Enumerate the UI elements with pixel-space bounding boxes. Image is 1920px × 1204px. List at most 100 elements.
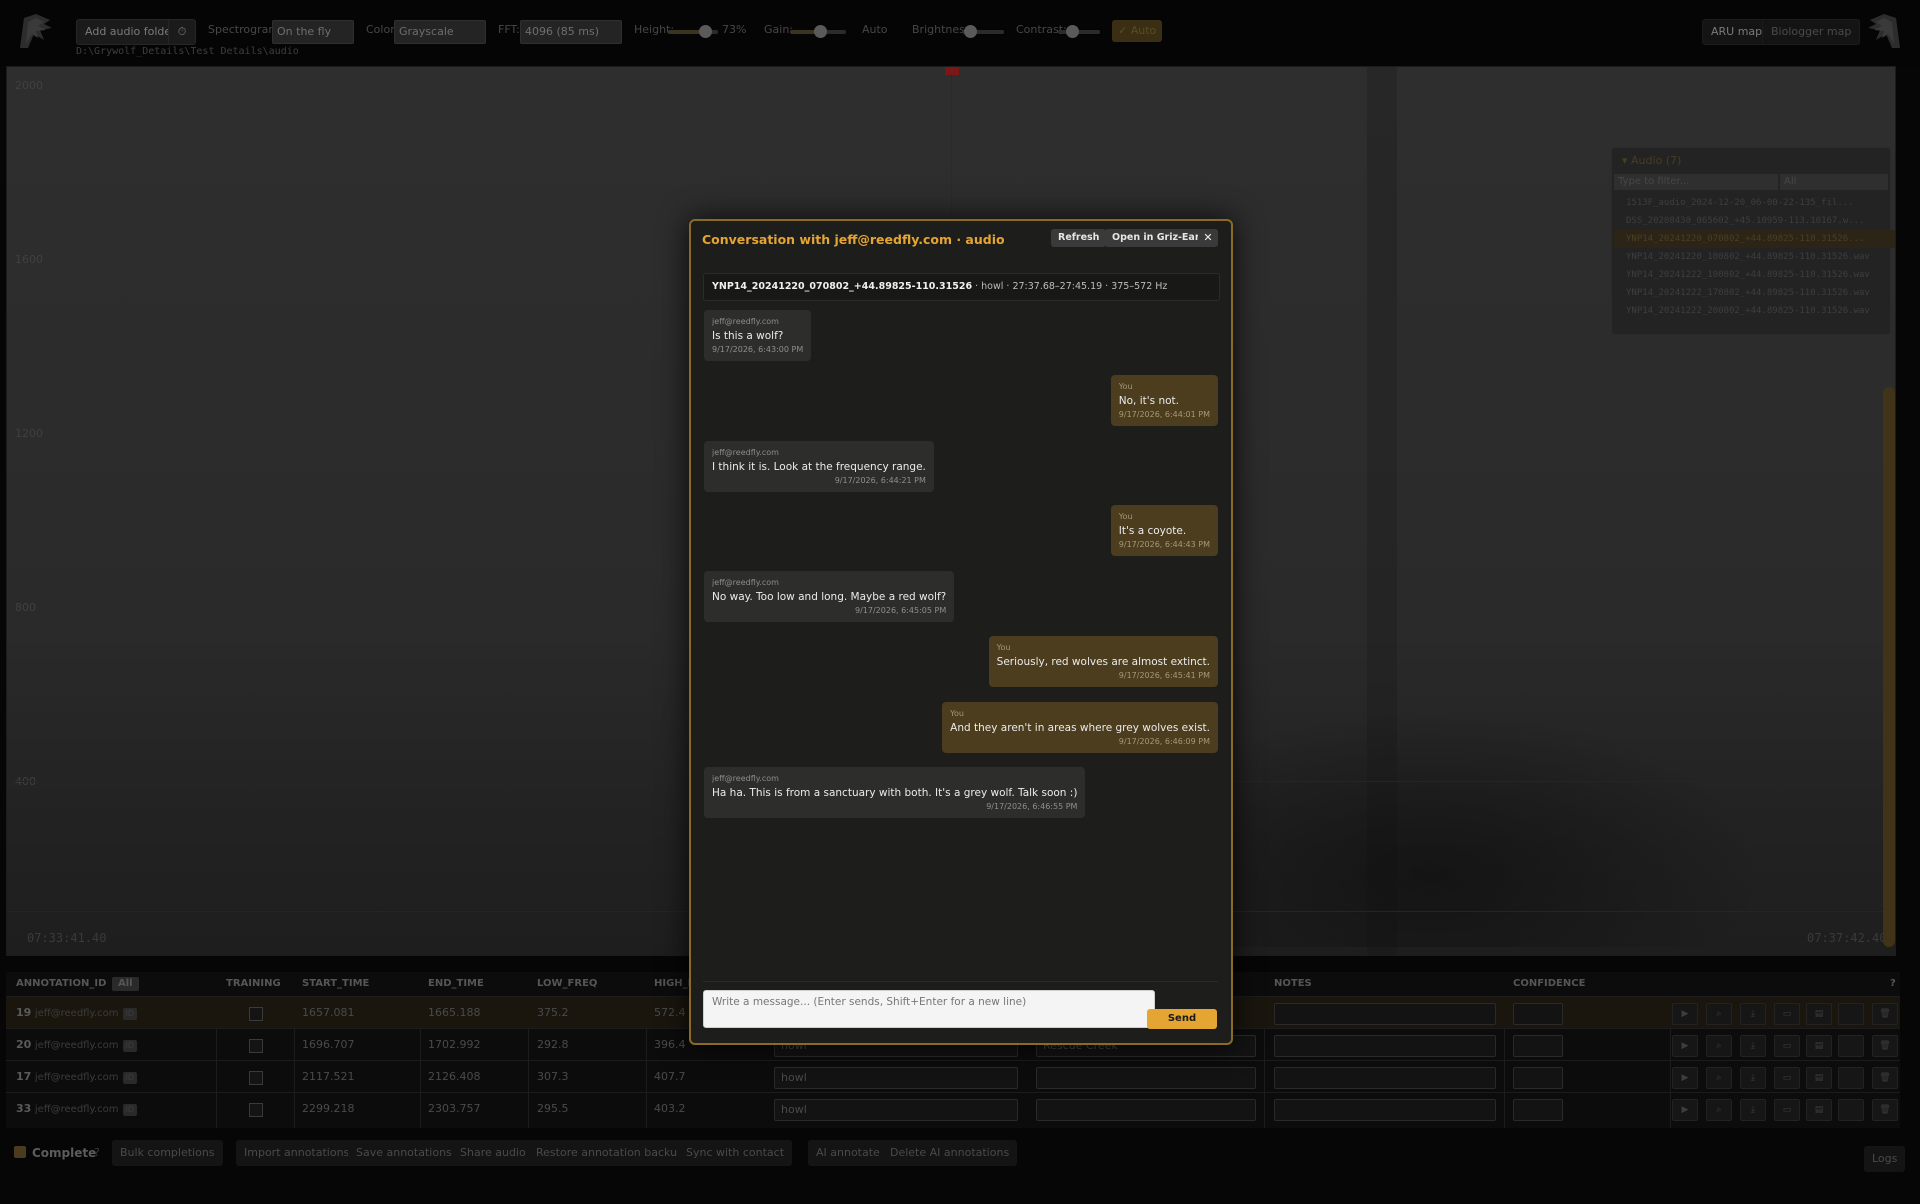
biologger-map-button[interactable]: Biologger map — [1762, 19, 1861, 45]
header-confidence[interactable]: CONFIDENCE — [1513, 972, 1585, 996]
download-icon[interactable]: ⤓ — [1740, 1035, 1766, 1057]
auto-button[interactable]: ✓ Auto — [1112, 20, 1163, 42]
sync-contact-button[interactable]: Sync with contact — [678, 1140, 793, 1166]
zoom-icon[interactable]: ⌕ — [1706, 1003, 1732, 1025]
zoom-icon[interactable]: ⌕ — [1706, 1067, 1732, 1089]
audio-file-item[interactable]: YNP14_20241222_170802_+44.89825-110.3152… — [1614, 284, 1895, 302]
notes-input[interactable] — [1274, 1067, 1496, 1089]
share-icon[interactable] — [1838, 1099, 1864, 1121]
confidence-input[interactable] — [1513, 1003, 1563, 1025]
audio-filter-select[interactable]: All — [1780, 174, 1888, 190]
spectrogram-select[interactable]: On the fly — [272, 20, 354, 44]
confidence-input[interactable] — [1513, 1099, 1563, 1121]
share-icon[interactable] — [1838, 1035, 1864, 1057]
play-icon[interactable]: ▶ — [1672, 1003, 1698, 1025]
high-freq-cell[interactable]: 403.2 — [654, 1093, 686, 1125]
training-checkbox[interactable] — [249, 1007, 263, 1021]
table-row[interactable]: 33 jeff@reedfly.com ID 2299.218 2303.757 … — [6, 1092, 1900, 1125]
gain-slider[interactable] — [790, 25, 846, 38]
end-time-cell[interactable]: 1702.992 — [428, 1029, 481, 1061]
download-icon[interactable]: ⤓ — [1740, 1099, 1766, 1121]
low-freq-cell[interactable]: 375.2 — [537, 997, 569, 1029]
height-slider-knob[interactable] — [698, 25, 712, 38]
confidence-input[interactable] — [1513, 1035, 1563, 1057]
restore-backup-button[interactable]: Restore annotation backup — [528, 1140, 693, 1166]
color-select[interactable]: Grayscale — [394, 20, 486, 44]
share-audio-button[interactable]: Share audio — [452, 1140, 534, 1166]
notes-input[interactable] — [1274, 1003, 1496, 1025]
audio-filter-input[interactable]: Type to filter... — [1614, 174, 1778, 190]
confidence-input[interactable] — [1513, 1067, 1563, 1089]
audio-file-item[interactable]: 1513F_audio_2024-12-20_06-00-22-135_fil.… — [1614, 194, 1895, 212]
delete-icon[interactable]: 🗑 — [1872, 1035, 1898, 1057]
start-time-cell[interactable]: 1696.707 — [302, 1029, 355, 1061]
audio-file-item-active[interactable]: YNP14_20241220_070802_+44.89825-110.3152… — [1614, 230, 1895, 248]
notes-input[interactable] — [1274, 1099, 1496, 1121]
start-time-cell[interactable]: 2117.521 — [302, 1061, 355, 1093]
vertical-scrollbar[interactable] — [1883, 387, 1895, 947]
delete-icon[interactable]: 🗑 — [1872, 1003, 1898, 1025]
play-icon[interactable]: ▶ — [1672, 1099, 1698, 1121]
delete-icon[interactable]: 🗑 — [1872, 1099, 1898, 1121]
logs-button[interactable]: Logs — [1864, 1146, 1906, 1172]
label-input[interactable]: howl — [774, 1099, 1018, 1121]
high-freq-cell[interactable]: 572.4 — [654, 997, 686, 1029]
table-help-icon[interactable]: ? — [1890, 972, 1896, 996]
complete-checkbox[interactable] — [14, 1146, 26, 1158]
high-freq-cell[interactable]: 396.4 — [654, 1029, 686, 1061]
low-freq-cell[interactable]: 307.3 — [537, 1061, 569, 1093]
ai-annotate-button[interactable]: AI annotate — [808, 1140, 888, 1166]
header-end-time[interactable]: END_TIME — [428, 972, 484, 996]
refresh-button[interactable]: Refresh — [1051, 229, 1107, 247]
bulk-completions-button[interactable]: Bulk completions — [112, 1140, 223, 1166]
header-notes[interactable]: NOTES — [1274, 972, 1312, 996]
close-icon[interactable]: ✕ — [1198, 229, 1218, 247]
video-icon[interactable]: ▭ — [1774, 1035, 1800, 1057]
header-start-time[interactable]: START_TIME — [302, 972, 369, 996]
start-time-cell[interactable]: 2299.218 — [302, 1093, 355, 1125]
start-time-cell[interactable]: 1657.081 — [302, 997, 355, 1029]
aru-map-button[interactable]: ARU map — [1702, 19, 1772, 45]
download-icon[interactable]: ⤓ — [1740, 1067, 1766, 1089]
training-checkbox[interactable] — [249, 1103, 263, 1117]
brightness-slider[interactable] — [962, 25, 1004, 38]
chat-icon[interactable]: ▤ — [1806, 1067, 1832, 1089]
contrast-slider[interactable] — [1058, 25, 1100, 38]
delete-ai-annotations-button[interactable]: Delete AI annotations — [882, 1140, 1018, 1166]
table-row[interactable]: 17 jeff@reedfly.com ID 2117.521 2126.408 … — [6, 1060, 1900, 1093]
brightness-slider-knob[interactable] — [964, 25, 977, 38]
send-button[interactable]: Send — [1147, 1009, 1217, 1029]
header-training[interactable]: TRAINING — [226, 972, 281, 996]
chat-icon[interactable]: ▤ — [1806, 1003, 1832, 1025]
all-filter-badge[interactable]: All — [112, 977, 139, 991]
playhead-handle[interactable] — [945, 67, 959, 75]
download-icon[interactable]: ⤓ — [1740, 1003, 1766, 1025]
training-checkbox[interactable] — [249, 1071, 263, 1085]
header-annotation-id[interactable]: ANNOTATION_ID — [16, 972, 106, 996]
audio-file-item[interactable]: DSS_20208430_065602_+45.10959-113.10167.… — [1614, 212, 1895, 230]
contrast-slider-knob[interactable] — [1066, 25, 1079, 38]
zoom-icon[interactable]: ⌕ — [1706, 1035, 1732, 1057]
message-input[interactable]: Write a message... (Enter sends, Shift+E… — [703, 990, 1155, 1028]
site-input[interactable] — [1036, 1099, 1256, 1121]
open-in-griz-ears-button[interactable]: Open in Griz-Ears — [1105, 229, 1213, 247]
chat-icon[interactable]: ▤ — [1806, 1099, 1832, 1121]
training-checkbox[interactable] — [249, 1039, 263, 1053]
end-time-cell[interactable]: 2126.408 — [428, 1061, 481, 1093]
end-time-cell[interactable]: 1665.188 — [428, 997, 481, 1029]
height-slider[interactable] — [668, 25, 718, 38]
fft-select[interactable]: 4096 (85 ms) — [520, 20, 622, 44]
complete-help-icon[interactable]: ? — [94, 1140, 100, 1166]
history-icon[interactable]: ⏱ — [168, 19, 196, 45]
audio-file-item[interactable]: YNP14_20241220_100802_+44.89825-110.3152… — [1614, 248, 1895, 266]
header-low-freq[interactable]: LOW_FREQ — [537, 972, 597, 996]
play-icon[interactable]: ▶ — [1672, 1035, 1698, 1057]
video-icon[interactable]: ▭ — [1774, 1099, 1800, 1121]
share-icon[interactable] — [1838, 1003, 1864, 1025]
import-annotations-button[interactable]: Import annotations — [236, 1140, 358, 1166]
low-freq-cell[interactable]: 295.5 — [537, 1093, 569, 1125]
end-time-cell[interactable]: 2303.757 — [428, 1093, 481, 1125]
low-freq-cell[interactable]: 292.8 — [537, 1029, 569, 1061]
notes-input[interactable] — [1274, 1035, 1496, 1057]
label-input[interactable]: howl — [774, 1067, 1018, 1089]
